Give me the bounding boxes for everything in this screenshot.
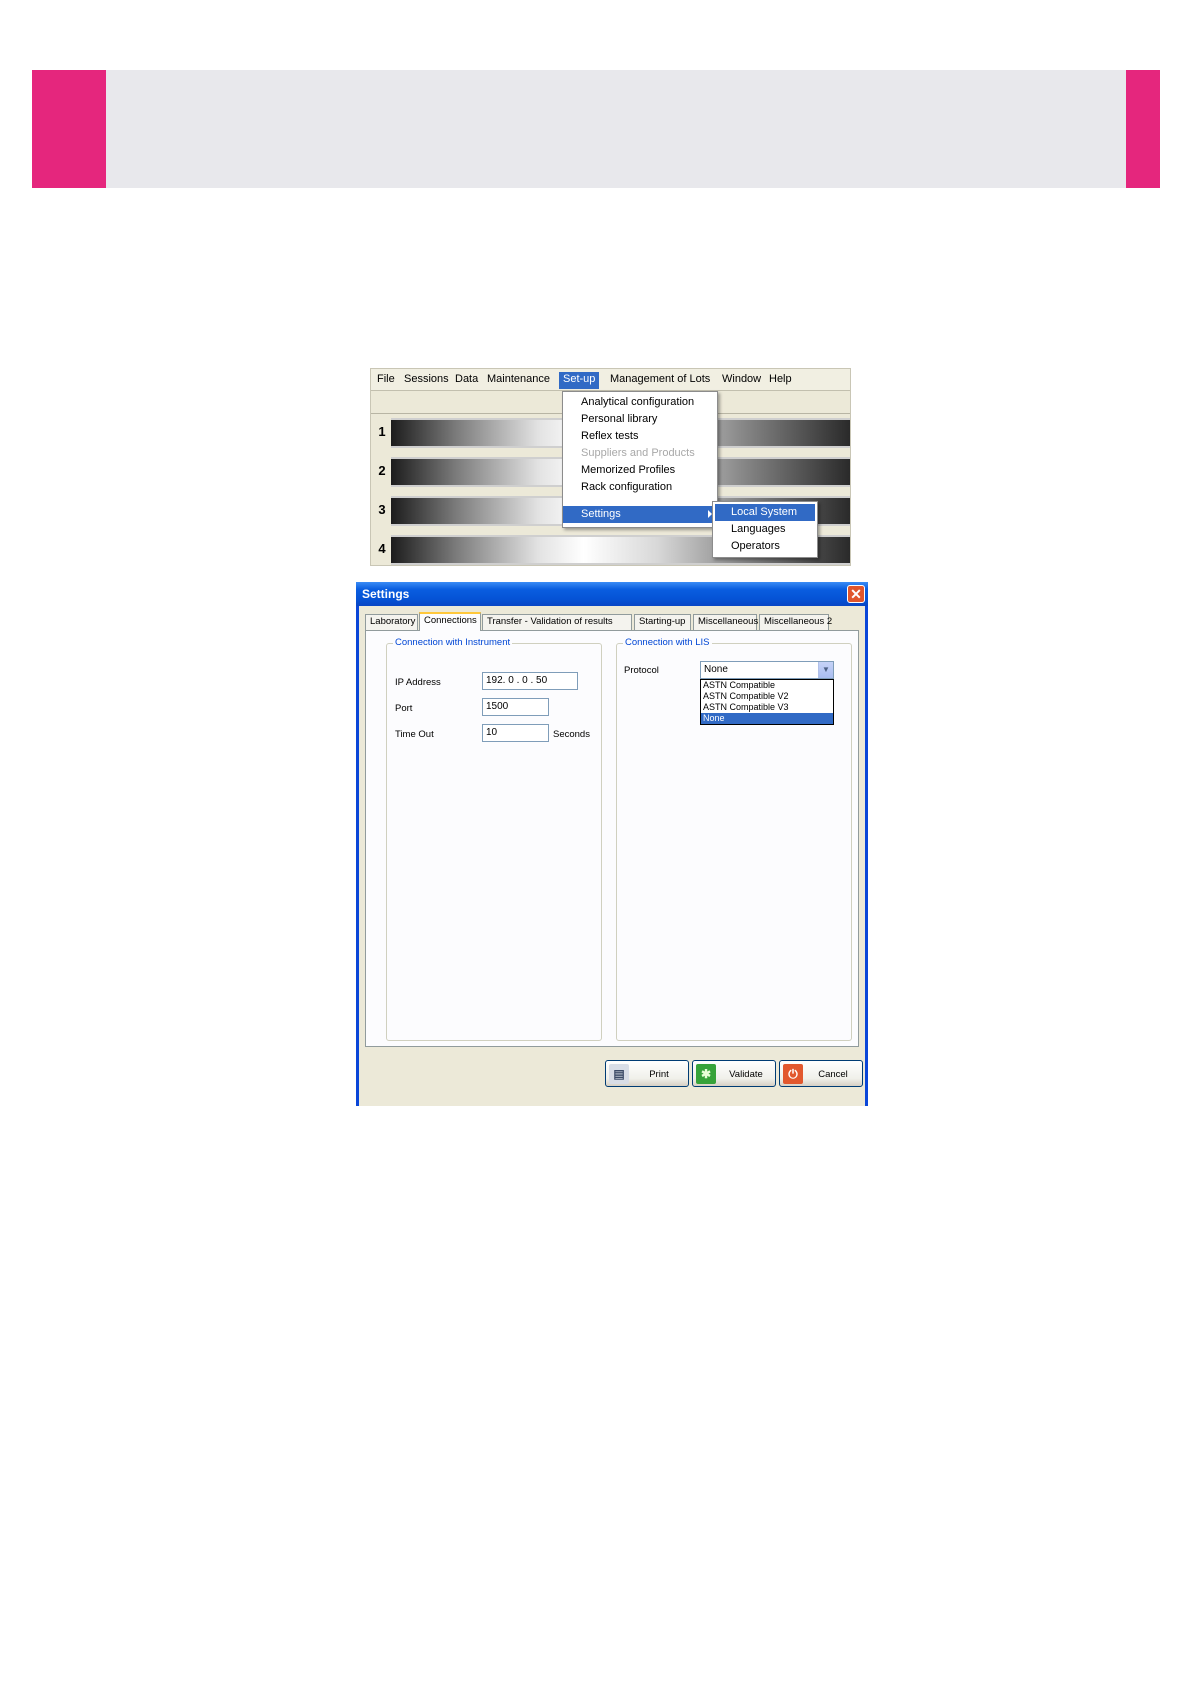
dialog-titlebar[interactable]: Settings ✕ (356, 582, 868, 606)
menu-item-settings-label: Settings (581, 508, 621, 520)
port-label: Port (395, 703, 413, 714)
setup-dropdown-menu: Analytical configuration Personal librar… (562, 391, 718, 528)
header-banner (32, 70, 1160, 188)
print-button[interactable]: ▤ Print (605, 1060, 689, 1087)
rack-number: 2 (378, 463, 386, 478)
ip-address-input[interactable]: 192. 0 . 0 . 50 (482, 672, 578, 690)
settings-dialog: Settings ✕ Laboratory Connections Transf… (356, 582, 868, 1106)
protocol-options-list: ASTN Compatible ASTN Compatible V2 ASTN … (700, 679, 834, 725)
menu-data[interactable]: Data (451, 372, 482, 389)
tab-laboratory[interactable]: Laboratory (365, 614, 418, 630)
rack-number: 3 (378, 502, 386, 517)
cancel-button[interactable]: ⏻ Cancel (779, 1060, 863, 1087)
protocol-select[interactable]: None ▼ (700, 661, 834, 679)
protocol-option[interactable]: ASTN Compatible (701, 680, 833, 691)
menu-item-personal-library[interactable]: Personal library (563, 411, 717, 428)
settings-submenu: Local System Languages Operators (712, 501, 818, 558)
tab-strip: Laboratory Connections Transfer - Valida… (365, 612, 865, 631)
timeout-input[interactable]: 10 (482, 724, 549, 742)
menu-file[interactable]: File (373, 372, 399, 389)
menu-bar: File Sessions Data Maintenance Set-up Ma… (371, 369, 850, 391)
dialog-title: Settings (362, 587, 410, 601)
protocol-option[interactable]: ASTN Compatible V3 (701, 702, 833, 713)
menu-sessions[interactable]: Sessions (400, 372, 453, 389)
menu-item-rack-configuration[interactable]: Rack configuration (563, 479, 717, 496)
ip-address-label: IP Address (395, 677, 441, 688)
submenu-item-languages[interactable]: Languages (715, 521, 815, 538)
menu-item-suppliers-and-products: Suppliers and Products (581, 447, 695, 459)
rack-number: 4 (378, 541, 386, 556)
protocol-selected-value: None (704, 664, 728, 675)
protocol-label: Protocol (624, 665, 659, 676)
submenu-item-local-system[interactable]: Local System (715, 504, 815, 521)
printer-icon: ▤ (609, 1064, 629, 1084)
validate-button-label: Validate (729, 1069, 763, 1080)
timeout-unit-label: Seconds (553, 729, 590, 740)
chevron-down-icon[interactable]: ▼ (818, 662, 833, 678)
validate-button[interactable]: ✱ Validate (692, 1060, 776, 1087)
menu-item-memorized-profiles[interactable]: Memorized Profiles (563, 462, 717, 479)
tab-miscellaneous-2[interactable]: Miscellaneous 2 (759, 614, 832, 630)
protocol-option[interactable]: ASTN Compatible V2 (701, 691, 833, 702)
tab-transfer-validation[interactable]: Transfer - Validation of results (482, 614, 632, 630)
lis-group: Connection with LIS Protocol None ▼ ASTN… (616, 637, 852, 1041)
menu-management-of-lots[interactable]: Management of Lots (606, 372, 714, 389)
connections-panel: Connection with Instrument IP Address 19… (365, 630, 859, 1047)
submenu-item-operators[interactable]: Operators (715, 538, 815, 555)
tab-starting-up[interactable]: Starting-up (634, 614, 691, 630)
print-button-label: Print (649, 1069, 669, 1080)
tab-connections[interactable]: Connections (419, 612, 481, 631)
tab-miscellaneous[interactable]: Miscellaneous (693, 614, 758, 630)
menu-screenshot: File Sessions Data Maintenance Set-up Ma… (370, 368, 851, 566)
dialog-footer: ▤ Print ✱ Validate ⏻ Cancel (359, 1050, 865, 1106)
menu-item-settings[interactable]: Settings (563, 506, 717, 523)
lis-group-legend: Connection with LIS (623, 637, 712, 648)
menu-maintenance[interactable]: Maintenance (483, 372, 554, 389)
close-icon[interactable]: ✕ (847, 585, 865, 603)
rack-number: 1 (378, 424, 386, 439)
instrument-group: Connection with Instrument IP Address 19… (386, 637, 602, 1041)
timeout-label: Time Out (395, 729, 434, 740)
port-input[interactable]: 1500 (482, 698, 549, 716)
power-icon: ⏻ (783, 1064, 803, 1084)
menu-window[interactable]: Window (718, 372, 765, 389)
protocol-option[interactable]: None (701, 713, 833, 724)
instrument-group-legend: Connection with Instrument (393, 637, 513, 648)
menu-help[interactable]: Help (765, 372, 796, 389)
menu-setup[interactable]: Set-up (559, 372, 600, 389)
banner-accent-left (32, 70, 106, 188)
banner-accent-right (1126, 70, 1160, 188)
menu-item-reflex-tests[interactable]: Reflex tests (563, 428, 717, 445)
checkmark-icon: ✱ (696, 1064, 716, 1084)
menu-item-analytical-configuration[interactable]: Analytical configuration (563, 394, 717, 411)
cancel-button-label: Cancel (818, 1069, 848, 1080)
